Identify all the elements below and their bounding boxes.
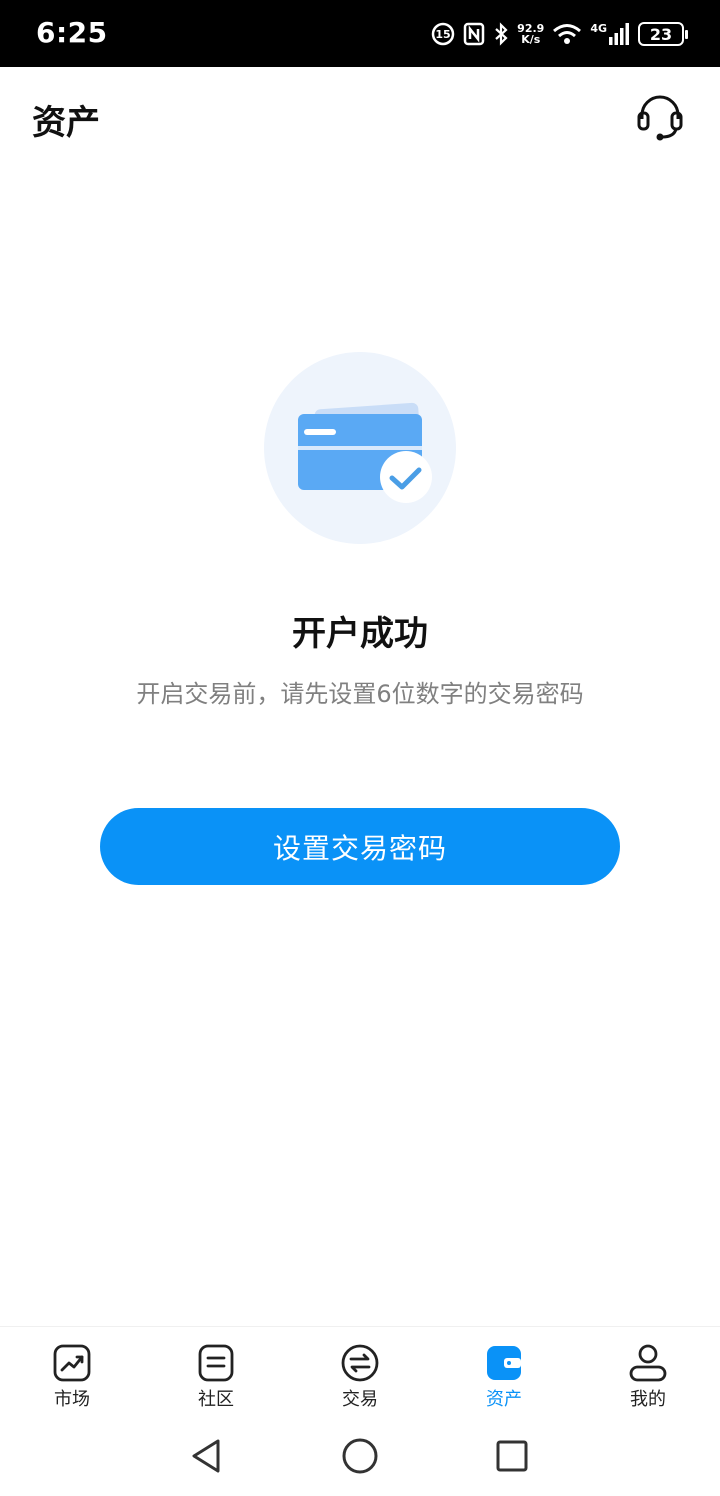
tab-trade[interactable]: 交易 (288, 1327, 432, 1418)
net-speed: 92.9 K/s (517, 23, 544, 45)
tab-community-label: 社区 (198, 1389, 234, 1410)
success-title: 开户成功 (292, 614, 428, 654)
signal-icon (609, 23, 629, 45)
back-triangle-icon[interactable] (186, 1436, 226, 1476)
page-title: 资产 (32, 103, 100, 143)
notification-badge-icon: 15 (431, 22, 455, 46)
card-check-icon (264, 352, 456, 544)
app-header: 资产 (0, 67, 720, 163)
tab-mine-label: 我的 (630, 1389, 666, 1410)
net-speed-unit: K/s (521, 33, 541, 46)
network-type-label: 4G (590, 22, 607, 35)
user-icon (629, 1344, 667, 1382)
home-circle-icon[interactable] (340, 1436, 380, 1476)
battery-indicator: 23 (638, 22, 688, 46)
set-trade-password-button[interactable]: 设置交易密码 (100, 808, 620, 885)
tab-assets[interactable]: 资产 (432, 1327, 576, 1418)
status-bar: 6:25 15 92.9 K/s 4G 23 (0, 0, 720, 67)
tab-market[interactable]: 市场 (0, 1327, 144, 1418)
chart-icon (53, 1344, 91, 1382)
recents-square-icon[interactable] (492, 1436, 532, 1476)
svg-text:15: 15 (436, 28, 451, 41)
tab-mine[interactable]: 我的 (576, 1327, 720, 1418)
battery-level: 23 (649, 24, 673, 44)
success-description: 开启交易前，请先设置6位数字的交易密码 (136, 680, 584, 708)
tab-community[interactable]: 社区 (144, 1327, 288, 1418)
status-icons: 15 92.9 K/s 4G 23 (431, 18, 688, 50)
wallet-icon (487, 1346, 521, 1380)
tab-market-label: 市场 (54, 1389, 90, 1410)
wifi-icon (553, 24, 582, 44)
tab-trade-label: 交易 (342, 1389, 378, 1410)
headset-icon[interactable] (634, 91, 686, 143)
bluetooth-icon (495, 22, 508, 46)
status-time: 6:25 (36, 16, 108, 49)
nfc-icon (463, 22, 485, 46)
exchange-icon (341, 1344, 379, 1382)
document-icon (198, 1344, 234, 1382)
network-type: 4G (590, 22, 630, 46)
system-navigation-bar (0, 1418, 720, 1496)
tab-assets-label: 资产 (486, 1389, 522, 1410)
bottom-tab-bar: 市场 社区 交易 资产 我的 (0, 1326, 720, 1418)
